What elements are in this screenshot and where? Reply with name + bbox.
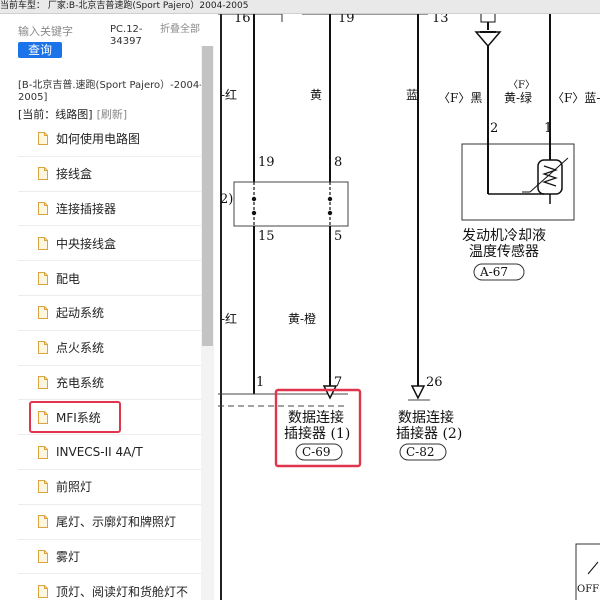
connector1-ref: C-69 [302,445,331,459]
tree-item-label: 充电系统 [56,375,105,390]
scrollbar-thumb[interactable] [202,46,213,346]
wire-color-black: 〈F〉黑 [438,91,483,105]
current-vehicle-bar: 当前车型： 厂家:B-北京吉普速跑(Sport Pajero）2004-2005 [0,0,600,14]
tree-item[interactable]: 尾灯、示廓灯和牌照灯 [18,505,201,540]
tree-item[interactable]: 前照灯 [18,470,201,505]
pin-1-con1: 1 [256,375,265,390]
sensor-ref: A-67 [480,265,508,279]
document-icon [38,515,48,529]
pin-13: 13 [432,14,449,26]
tree-item-label: 连接插接器 [56,201,117,216]
wiring-diagram: 16 19 13 -红 黄 蓝 〈F〉黑 〈F〉 黄-绿 〈F〉蓝- 2 1 1… [218,14,600,600]
wire-color-yellow-green: 黄-绿 [504,91,533,105]
pin-5-box: 5 [334,229,343,244]
tree-item[interactable]: 接线盒 [18,157,201,192]
document-icon [38,271,48,285]
tree-item-label: 前照灯 [56,480,93,495]
tree-item-label: 接线盒 [56,167,93,182]
document-icon [38,410,48,424]
sensor-name-line1: 发动机冷却液 [462,228,546,244]
connector2-name-line2: 插接器 (2) [396,426,463,442]
tree-item-label: MFI系统 [56,410,101,425]
search-area: 查询 PC.12-34397 折叠全部 [18,22,208,66]
document-icon [38,341,48,355]
pin-16: 16 [234,14,251,26]
document-tree: 如何使用电路图 接线盒连接插接器中央接线盒配电起动系统点火系统充电系统 MFI系统 I… [18,122,201,600]
corner-off-label: OFF [577,584,600,595]
pc-code: PC.12-34397 [110,24,143,47]
tree-item[interactable]: 顶灯、阅读灯和货舱灯不 [18,574,201,600]
wire-color-blue-2: 〈F〉蓝- [552,91,600,105]
current-view-label: [当前：线路图] [18,108,93,121]
connector1-name-line1: 数据连接 [288,410,344,426]
tree-item[interactable]: 中央接线盒 [18,226,201,262]
connector2-ref: C-82 [406,445,435,459]
wire-color-red-lower: -红 [221,312,238,326]
current-vehicle-text: 当前车型： 厂家:B-北京吉普速跑(Sport Pajero）2004-2005 [0,1,249,11]
wire-color-yellow: 黄 [310,88,323,102]
tree-item[interactable]: 充电系统 [18,366,201,401]
search-button[interactable]: 查询 [18,42,62,58]
tree-item-label: INVECS-II 4A/T [56,445,143,460]
collapse-all-button[interactable]: 折叠全部 [160,24,204,36]
pin-2-sensor: 2 [490,121,499,136]
tree-item-label: 顶灯、阅读灯和货舱灯不 [56,584,189,599]
tree-item-label: 配电 [56,271,81,286]
tree-item[interactable]: 起动系统 [18,296,201,331]
wire-color-red: -红 [221,88,238,102]
tree-item[interactable]: 连接插接器 [18,192,201,227]
box-left-mark: 2) [220,192,234,207]
document-icon [38,375,48,389]
tree-item-label: 点火系统 [56,341,105,356]
connector1-name-line2: 插接器 (1) [284,426,351,442]
document-icon [38,306,48,320]
connector2-name-line1: 数据连接 [398,410,454,426]
document-icon [38,167,48,181]
pin-8-box: 8 [334,155,343,170]
wire-color-yellow-orange: 黄-橙 [288,312,317,326]
pin-19-box: 19 [258,155,275,170]
pin-26-con2: 26 [426,375,443,390]
document-icon [38,549,48,563]
document-icon [38,480,48,494]
document-icon [38,236,48,250]
tree-item-label: 起动系统 [56,306,105,321]
current-view-row: [当前：线路图] [刷新] [18,106,127,122]
tree-item-label: 雾灯 [56,549,81,564]
tree-item[interactable]: MFI系统 [18,400,201,436]
tree-item[interactable]: INVECS-II 4A/T [18,435,201,470]
search-input[interactable] [18,22,106,40]
tree-item-label: 如何使用电路图 [56,132,141,147]
pin-15-box: 15 [258,229,275,244]
pin-19-top: 19 [338,14,355,26]
pin-7-con1: 7 [334,375,343,390]
pin-1-sensor: 1 [544,121,553,136]
sensor-name-line2: 温度传感器 [469,244,539,260]
document-icon [38,132,48,146]
tree-item[interactable]: 点火系统 [18,331,201,366]
document-icon [38,584,48,598]
document-icon [38,445,48,459]
tree-item[interactable]: 雾灯 [18,540,201,575]
refresh-link[interactable]: [刷新] [97,108,128,121]
tree-item-label: 尾灯、示廓灯和牌照灯 [56,515,177,530]
breadcrumb: [B-北京吉普.速跑(Sport Pajero）-2004-2005] [18,80,203,103]
sidebar-scrollbar[interactable] [201,46,214,600]
document-icon [38,201,48,215]
tree-item[interactable]: 配电 [18,261,201,296]
tree-item-label: 中央接线盒 [56,236,117,251]
wire-color-blue: 蓝 [406,88,419,102]
tree-item[interactable]: 如何使用电路图 [18,122,201,157]
sidebar: 查询 PC.12-34397 折叠全部 [B-北京吉普.速跑(Sport Paj… [0,14,218,600]
